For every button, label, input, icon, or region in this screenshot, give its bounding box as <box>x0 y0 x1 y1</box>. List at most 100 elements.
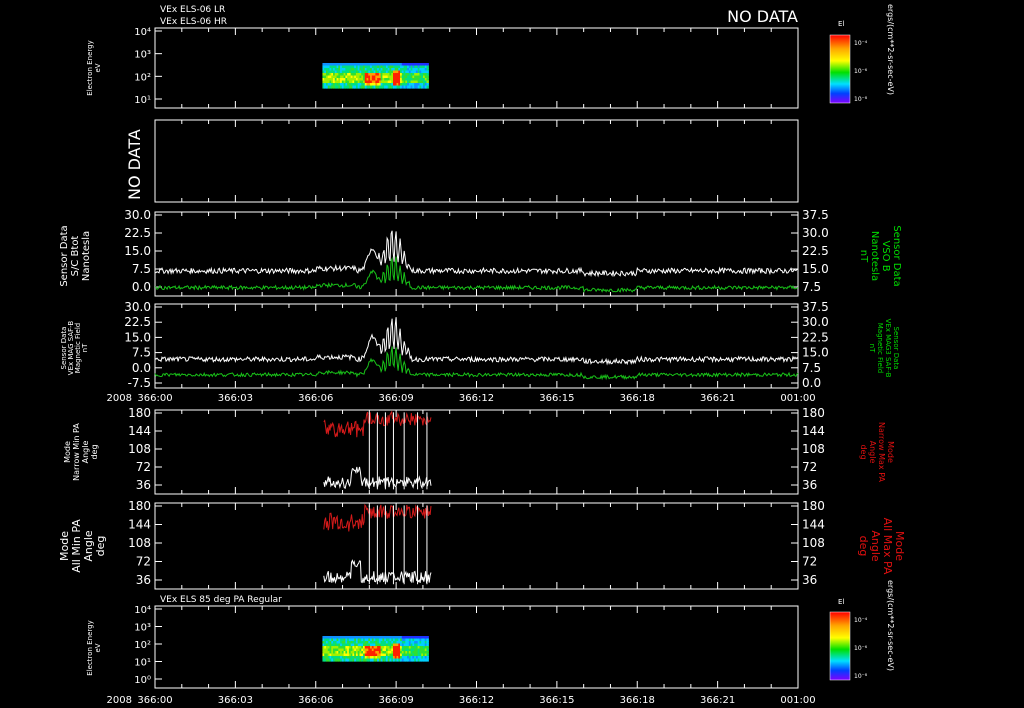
ylabel-pa2-l4: deg <box>94 536 107 557</box>
panel-frame-1 <box>154 27 799 109</box>
colorbar-top <box>829 34 851 104</box>
y-tick-label: 108 <box>802 442 825 456</box>
ylabel-energy-bot-1: Electron Energy <box>86 620 94 675</box>
colorbar-bottom-tick-2: 10⁻⁶ <box>854 645 868 652</box>
ylabel-mag2-r2: VEx MAG3 SAF-B <box>884 319 892 378</box>
x-tick-label: 366:18 <box>620 695 655 706</box>
panel-frame-6 <box>154 502 799 590</box>
header-line2: VEx ELS-06 HR <box>160 17 227 27</box>
ylabel-pa1-r4: deg <box>859 444 868 459</box>
y-tick-label: 37.5 <box>802 208 829 222</box>
x-tick-label: 366:00 <box>137 393 172 404</box>
header-no-data: NO DATA <box>727 7 798 26</box>
y-tick-label: 10¹ <box>134 95 151 106</box>
colorbar-top-title: El <box>838 20 844 28</box>
panel-frame-2 <box>154 119 799 203</box>
x-tick-label: 001:00 <box>780 393 815 404</box>
header-line1: VEx ELS-06 LR <box>160 5 225 15</box>
ylabel-mag1-r4: nT <box>858 250 869 263</box>
y-tick-label: 7.5 <box>132 346 151 360</box>
y-tick-label: 10³ <box>134 623 151 634</box>
x-tick-label: 366:06 <box>298 695 333 706</box>
colorbar-bottom-tick-1: 10⁻⁴ <box>854 617 868 624</box>
x-tick-label: 366:21 <box>700 695 735 706</box>
spectrogram-bottom <box>322 636 429 662</box>
y-tick-label: 0.0 <box>802 376 821 390</box>
y-tick-label: 36 <box>802 573 817 587</box>
y-tick-label: 36 <box>136 478 151 492</box>
x-tick-label: 366:09 <box>379 393 414 404</box>
y-tick-label: -7.5 <box>128 376 151 390</box>
ylabel-energy-top-2: eV <box>94 63 102 72</box>
figure-canvas: VEx ELS-06 LR VEx ELS-06 HR NO DATA VEx … <box>58 4 906 706</box>
x-tick-label: 366:12 <box>459 393 494 404</box>
x-tick-label: 366:03 <box>218 695 253 706</box>
y-tick-label: 15.0 <box>802 262 829 276</box>
ylabel-mag1-r3: Nanotesla <box>869 231 880 281</box>
y-tick-label: 180 <box>128 499 151 513</box>
x-tick-label: 001:00 <box>780 695 815 706</box>
y-tick-label: 10³ <box>134 50 151 61</box>
y-tick-label: 22.5 <box>802 330 829 344</box>
x-tick-label: 366:18 <box>620 393 655 404</box>
ylabel-pa1-l3: Angle <box>81 441 90 464</box>
ylabel-pa1-l4: deg <box>90 444 99 459</box>
y-tick-label: 180 <box>128 406 151 420</box>
y-tick-label: 15.0 <box>124 244 151 258</box>
y-tick-label: 72 <box>802 460 817 474</box>
x-tick-label: 366:21 <box>700 393 735 404</box>
y-tick-label: 7.5 <box>802 361 821 375</box>
y-tick-label: 72 <box>802 555 817 569</box>
y-tick-label: 144 <box>128 424 151 438</box>
spectrogram-cell <box>426 85 429 89</box>
y-tick-label: 72 <box>136 460 151 474</box>
y-tick-label: 7.5 <box>802 280 821 294</box>
y-tick-label: 10⁴ <box>134 605 151 616</box>
x-tick-label: 366:15 <box>539 393 574 404</box>
footer-title: VEx ELS 85 deg PA Regular <box>160 595 282 605</box>
y-tick-label: 108 <box>128 442 151 456</box>
ylabel-energy-bot-2: eV <box>94 643 102 652</box>
x-tick-label: 366:09 <box>379 695 414 706</box>
y-tick-label: 7.5 <box>132 262 151 276</box>
ylabel-mag2-r1: Sensor Data <box>892 327 900 370</box>
y-tick-label: 37.5 <box>802 300 829 314</box>
ylabel-mag2-l4: nT <box>81 343 89 352</box>
spectrogram-cell <box>426 658 429 662</box>
year-label-mid: 2008 <box>107 393 132 404</box>
colorbar-top-tick-1: 10⁻⁴ <box>854 40 868 47</box>
ylabel-pa1-l2: Narrow Min PA <box>72 423 81 481</box>
ylabel-pa1-r1: Mode <box>886 441 895 463</box>
ylabel-mag1-r2: VSO B <box>880 240 891 271</box>
colorbar-bottom <box>829 611 851 681</box>
y-tick-label: 10⁰ <box>134 675 151 686</box>
y-tick-label: 180 <box>802 406 825 420</box>
ylabel-mag2-r3: Magnetic Field <box>876 323 884 373</box>
y-tick-label: 10² <box>134 640 151 651</box>
x-tick-label: 366:12 <box>459 695 494 706</box>
colorbar-bottom-unit: ergs/(cm**2-sr-sec-eV) <box>886 580 895 671</box>
y-tick-label: 22.5 <box>124 315 151 329</box>
y-tick-label: 30.0 <box>802 315 829 329</box>
panel-frame-5 <box>154 409 799 495</box>
x-tick-label: 366:15 <box>539 695 574 706</box>
y-tick-label: 30.0 <box>124 208 151 222</box>
x-tick-label: 366:00 <box>137 695 172 706</box>
ylabel-pa1-l1: Mode <box>63 441 72 463</box>
y-tick-label: 15.0 <box>124 330 151 344</box>
spectrogram-top <box>322 63 429 89</box>
y-tick-label: 72 <box>136 555 151 569</box>
series-line <box>154 346 799 381</box>
colorbar-top-tick-3: 10⁻⁸ <box>854 96 868 103</box>
y-tick-label: 10¹ <box>134 658 151 669</box>
colorbar-bottom-tick-3: 10⁻⁸ <box>854 673 868 680</box>
ylabel-mag1-l1: Sensor Data <box>59 225 70 286</box>
series-line <box>154 317 799 366</box>
series-line <box>154 256 799 294</box>
y-tick-label: 22.5 <box>124 226 151 240</box>
panel-frame-3 <box>154 211 799 297</box>
colorbar-bottom-title: El <box>838 598 844 606</box>
y-tick-label: 10⁴ <box>134 27 151 38</box>
ylabel-pa1-r2: Narrow Max PA <box>877 422 886 483</box>
x-tick-label: 366:03 <box>218 393 253 404</box>
